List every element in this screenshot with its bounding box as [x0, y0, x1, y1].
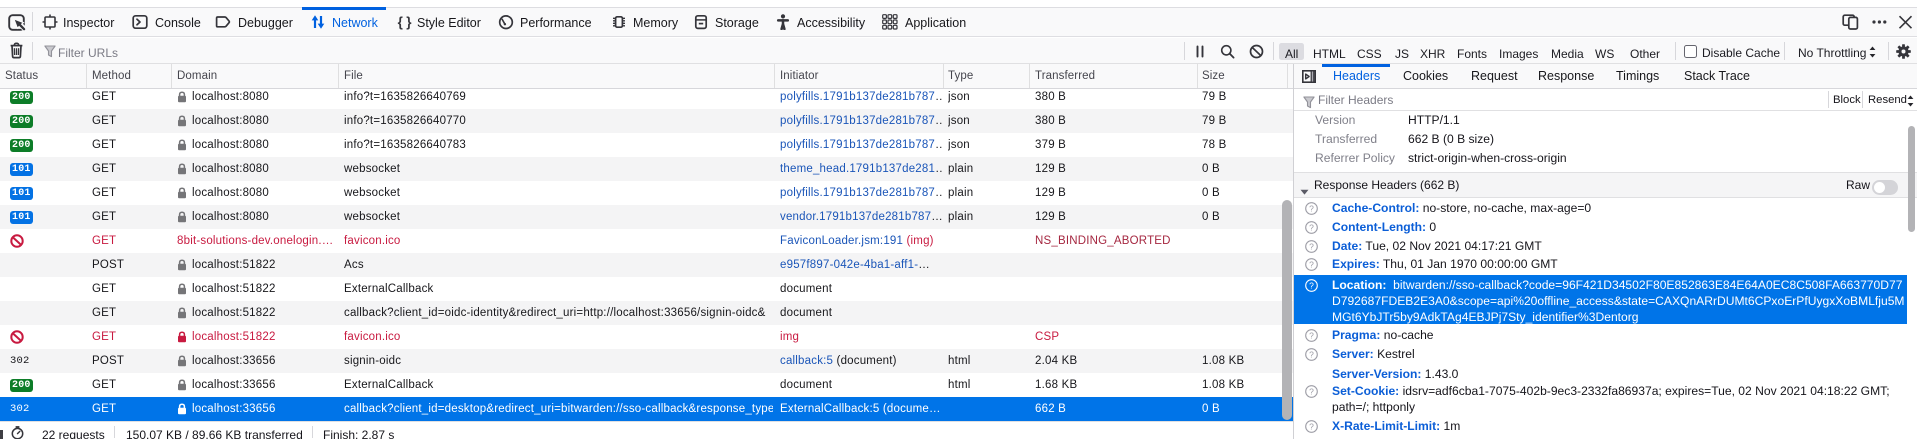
- svg-text:?: ?: [1309, 421, 1314, 431]
- svg-text:?: ?: [1309, 259, 1314, 269]
- svg-text:?: ?: [1309, 203, 1314, 213]
- svg-text:}: }: [406, 14, 412, 29]
- svg-text:?: ?: [1309, 280, 1314, 290]
- svg-text:?: ?: [1309, 241, 1314, 251]
- svg-text:?: ?: [1309, 222, 1314, 232]
- svg-text:?: ?: [1309, 386, 1314, 396]
- svg-text:?: ?: [1309, 349, 1314, 359]
- svg-text:?: ?: [1309, 330, 1314, 340]
- svg-text:{: {: [398, 14, 403, 29]
